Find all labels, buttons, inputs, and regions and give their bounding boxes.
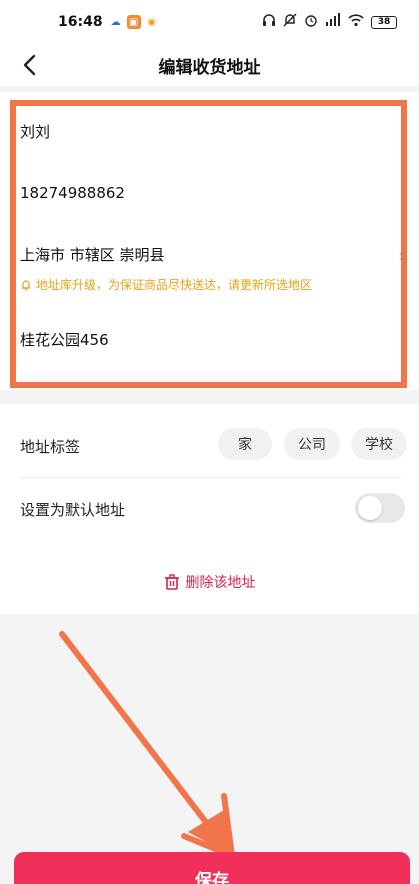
status-system-icons: 38 <box>262 13 397 31</box>
phone-field[interactable]: 18274988862 <box>20 184 125 202</box>
region-selector[interactable]: 上海市 市辖区 崇明县 <box>20 244 165 265</box>
delete-address-label: 删除该地址 <box>185 575 256 591</box>
detail-address-field[interactable]: 桂花公园456 <box>20 329 109 350</box>
address-tag-label: 地址标签 <box>20 438 81 456</box>
mute-icon <box>283 13 297 31</box>
back-button[interactable] <box>14 50 44 80</box>
app-notification-icon: ▣ <box>126 15 141 29</box>
status-time: 16:48 <box>58 14 103 30</box>
page-title: 编辑收货地址 <box>158 57 261 78</box>
trash-icon <box>164 574 179 590</box>
toggle-knob <box>358 496 382 520</box>
alarm-icon <box>304 13 318 31</box>
battery-icon: 38 <box>371 15 397 29</box>
arrow-annotation <box>59 631 235 859</box>
default-address-label: 设置为默认地址 <box>20 501 126 519</box>
chevron-left-icon <box>23 54 36 76</box>
wifi-icon <box>348 13 364 31</box>
save-button[interactable]: 保存 <box>14 852 410 884</box>
delete-address-button[interactable]: 删除该地址 <box>0 550 419 614</box>
chevron-right-icon: › <box>398 246 405 265</box>
weibo-icon: ◉ <box>147 16 156 28</box>
default-address-toggle[interactable] <box>355 493 405 523</box>
status-bar: 16:48 ☁ ▣ ◉ 38 <box>0 0 419 44</box>
region-warning-text: 地址库升级，为保证商品尽快送达，请更新所选地区 <box>36 278 313 292</box>
status-notification-icons: ☁ ▣ ◉ <box>109 15 159 29</box>
tag-home[interactable]: 家 <box>218 428 272 460</box>
recipient-name-field[interactable]: 刘刘 <box>20 121 50 142</box>
tag-company[interactable]: 公司 <box>284 428 340 460</box>
tag-school[interactable]: 学校 <box>351 428 407 460</box>
bell-icon <box>22 279 30 290</box>
headphones-icon <box>262 13 276 31</box>
region-warning: 地址库升级，为保证商品尽快送达，请更新所选地区 <box>20 276 312 293</box>
signal-icon <box>325 13 341 31</box>
nav-bar: 编辑收货地址 <box>0 44 419 86</box>
cloud-icon: ☁ <box>110 16 121 28</box>
divider <box>20 477 405 478</box>
